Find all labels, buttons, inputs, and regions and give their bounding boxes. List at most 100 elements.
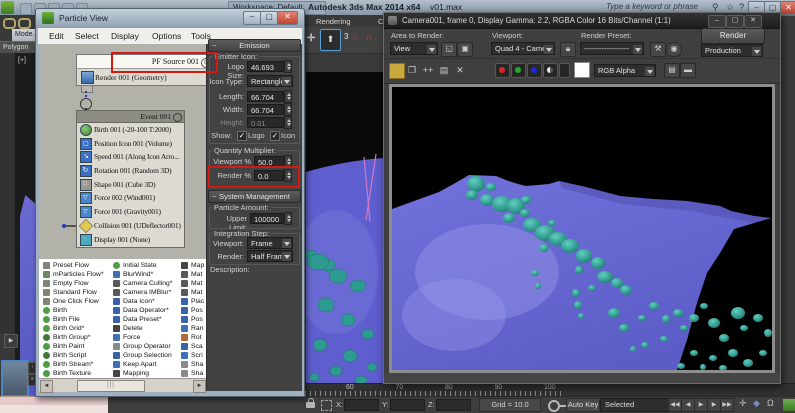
scrollbar-thumb[interactable]: ||| bbox=[77, 380, 145, 392]
lock-viewport-icon[interactable]: 🔒︎ bbox=[560, 42, 576, 57]
depot-item[interactable]: Birth Texture bbox=[43, 369, 111, 378]
y-coordinate-field[interactable] bbox=[390, 399, 425, 411]
event-operator-row[interactable]: Position Icon 001 (Volume) bbox=[77, 137, 184, 151]
depot-item[interactable]: Data Icon* bbox=[113, 297, 179, 306]
background-color-swatch[interactable] bbox=[574, 62, 590, 78]
angle-snap-icon[interactable]: ∩ bbox=[366, 32, 373, 42]
depot-item[interactable]: Pos bbox=[181, 306, 206, 315]
rfw-viewport-dropdown[interactable]: Quad 4 - Camera( bbox=[491, 42, 555, 55]
depot-item[interactable]: One Click Flow bbox=[43, 297, 111, 306]
lock-selection-icon[interactable] bbox=[306, 402, 315, 408]
depot-item[interactable]: Data Preset* bbox=[113, 315, 179, 324]
icon-type-dropdown[interactable]: Rectangle bbox=[247, 75, 293, 87]
environment-icon[interactable]: ◉ bbox=[666, 42, 682, 57]
depot-item[interactable]: Rot bbox=[181, 333, 206, 342]
rfw-title-bar[interactable]: Camera001, frame 0, Display Gamma: 2.2, … bbox=[384, 13, 780, 29]
render-preset-dropdown[interactable]: ------------------ bbox=[580, 42, 644, 55]
depot-item[interactable]: Sha bbox=[181, 360, 206, 369]
depot-item[interactable]: Initial State bbox=[113, 261, 179, 270]
framebuffer-icon[interactable]: ▬ bbox=[680, 63, 696, 78]
green-channel-button[interactable] bbox=[511, 63, 526, 78]
rfw-close-button[interactable]: ✕ bbox=[744, 15, 762, 28]
depot-item[interactable]: Camera Culling* bbox=[113, 279, 179, 288]
depot-item[interactable]: Birth Script bbox=[43, 351, 111, 360]
show-logo-checkbox[interactable]: ✓ bbox=[237, 131, 247, 141]
menu-edit[interactable]: Edit bbox=[49, 31, 64, 41]
pv-minimize-button[interactable]: – bbox=[243, 11, 261, 25]
viewport-label[interactable]: [+] bbox=[18, 57, 26, 64]
collapse-icon[interactable]: − bbox=[212, 40, 216, 51]
depot-item[interactable]: Mat bbox=[181, 288, 206, 297]
upper-limit-spinner[interactable] bbox=[284, 212, 292, 225]
depot-item[interactable]: Sca bbox=[181, 342, 206, 351]
print-image-icon[interactable]: ▤ bbox=[437, 63, 451, 77]
auto-region-icon[interactable]: ▣ bbox=[457, 42, 473, 57]
edit-region-icon[interactable]: ◱ bbox=[441, 42, 457, 57]
depot-item[interactable]: Camera IMBlur* bbox=[113, 288, 179, 297]
depot-item[interactable]: Force bbox=[113, 333, 179, 342]
depot-item[interactable]: Birth File bbox=[43, 315, 111, 324]
play-animation-button[interactable]: ▶ bbox=[694, 398, 708, 412]
close-button[interactable]: ✕ bbox=[780, 1, 795, 15]
depot-item[interactable]: BlurWind* bbox=[113, 270, 179, 279]
new-file-icon[interactable] bbox=[20, 3, 32, 15]
go-to-start-button[interactable]: ◀◀ bbox=[668, 398, 682, 412]
render-button[interactable]: Render bbox=[701, 28, 765, 44]
pan-view-icon[interactable]: ✛ bbox=[739, 398, 747, 409]
orbit-view-icon[interactable]: Ω bbox=[767, 398, 774, 408]
maximize-viewport-icon[interactable] bbox=[783, 399, 795, 411]
pv-maximize-button[interactable]: ▢ bbox=[260, 11, 278, 25]
depot-item[interactable]: Group Operator bbox=[113, 342, 179, 351]
node-output-connector[interactable] bbox=[81, 85, 93, 93]
event-operator-row[interactable]: Display 001 (None) bbox=[77, 233, 184, 247]
length-spinner[interactable] bbox=[284, 90, 292, 103]
height-field[interactable]: 0.01 bbox=[247, 117, 284, 128]
depot-item[interactable]: Preset Flow bbox=[43, 261, 111, 270]
zoom-extents-icon[interactable]: ◆ bbox=[753, 398, 760, 409]
event-operator-row[interactable]: Shape 001 (Cube 3D) bbox=[77, 178, 184, 192]
event-enable-icon[interactable] bbox=[173, 113, 182, 122]
length-field[interactable]: 66.704 bbox=[247, 91, 284, 102]
blue-channel-button[interactable] bbox=[527, 63, 542, 78]
channel-shortcut-icon[interactable]: ++ bbox=[421, 63, 435, 77]
system-management-rollout-header[interactable]: − System Management bbox=[208, 190, 301, 203]
monochrome-button[interactable] bbox=[543, 63, 558, 78]
event-operator-row[interactable]: Rotation 001 (Random 3D) bbox=[77, 164, 184, 178]
depot-item[interactable]: Mat bbox=[181, 270, 206, 279]
search-input[interactable]: Type a keyword or phrase bbox=[606, 2, 706, 11]
selection-filter-icon[interactable] bbox=[321, 400, 332, 411]
depot-scrollbar[interactable]: ◄ ► ||| bbox=[39, 378, 206, 392]
depot-item[interactable]: Standard Flow bbox=[43, 288, 111, 297]
depot-item[interactable]: Sha bbox=[181, 369, 206, 378]
move-tool-icon[interactable]: ✛ bbox=[307, 33, 315, 44]
integration-viewport-dropdown[interactable]: Frame bbox=[247, 237, 293, 249]
depot-item[interactable]: Birth Paint bbox=[43, 342, 111, 351]
set-key-icon[interactable] bbox=[548, 400, 560, 412]
depot-item[interactable]: Scri bbox=[181, 351, 206, 360]
event-operator-row[interactable]: Force 002 (Wind001) bbox=[77, 191, 184, 205]
depot-item[interactable]: Birth Group* bbox=[43, 333, 111, 342]
depot-item[interactable]: Mat bbox=[181, 279, 206, 288]
clone-window-icon[interactable]: ❐ bbox=[405, 63, 419, 77]
unlink-icon[interactable] bbox=[18, 18, 31, 29]
previous-frame-button[interactable]: ◀ bbox=[681, 398, 695, 412]
timeline-ruler[interactable]: 60708090100 bbox=[300, 383, 795, 397]
logo-size-field[interactable]: 46.693 bbox=[247, 61, 284, 72]
pv-close-button[interactable]: ✕ bbox=[277, 11, 298, 25]
depot-item[interactable]: Keep Apart bbox=[113, 360, 179, 369]
render-setup-icon[interactable]: ⚒ bbox=[650, 42, 666, 57]
x-coordinate-field[interactable] bbox=[344, 399, 379, 411]
height-spinner[interactable] bbox=[284, 116, 292, 129]
snap-magnet-icon[interactable]: ∩ bbox=[352, 32, 359, 42]
particle-view-title-bar[interactable]: Particle View – ▢ ✕ bbox=[36, 9, 304, 28]
depot-item[interactable]: Pos bbox=[181, 315, 206, 324]
menu-options[interactable]: Options bbox=[152, 31, 181, 41]
next-frame-button[interactable]: ▶ bbox=[707, 398, 721, 412]
depot-item[interactable]: Plac bbox=[181, 297, 206, 306]
show-icon-checkbox[interactable]: ✓ bbox=[270, 131, 280, 141]
auto-key-button[interactable]: Auto Key bbox=[566, 398, 600, 412]
event-node[interactable]: Event 001 Birth 001 (-20-100 T:2000) Pos… bbox=[76, 110, 185, 248]
menu-select[interactable]: Select bbox=[75, 31, 99, 41]
upper-limit-field[interactable]: 100000 bbox=[250, 213, 284, 224]
depot-item[interactable]: Birth Stream* bbox=[43, 360, 111, 369]
